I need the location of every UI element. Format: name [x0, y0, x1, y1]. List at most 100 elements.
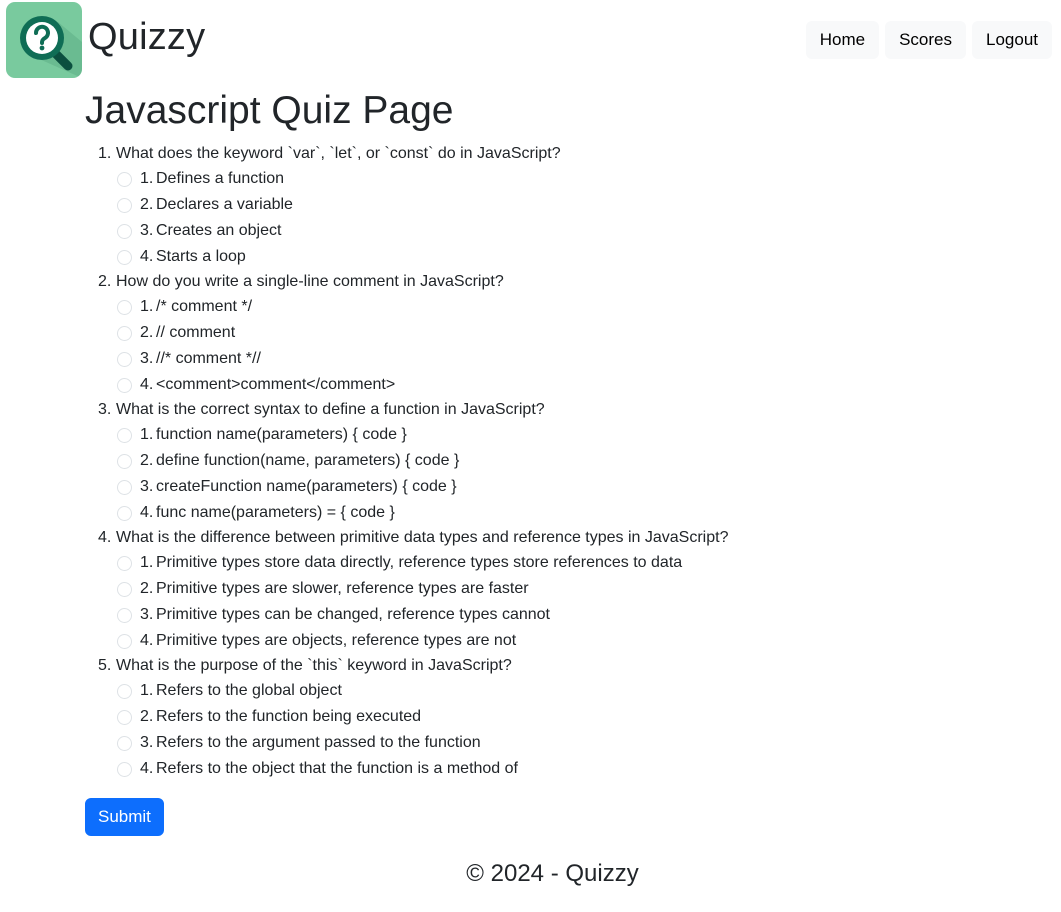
option-label: // comment	[156, 324, 236, 341]
option-number: 4.	[140, 248, 154, 265]
option-2[interactable]: 2. Primitive types are slower, reference…	[98, 576, 998, 602]
question-number: 3.	[98, 401, 112, 418]
radio-button[interactable]	[117, 325, 132, 341]
question-label: What is the difference between primitive…	[116, 529, 729, 546]
option-1[interactable]: 1. /* comment */	[98, 294, 998, 320]
option-number: 1.	[140, 170, 154, 187]
radio-button[interactable]	[117, 607, 132, 623]
logout-button[interactable]: Logout	[972, 21, 1052, 59]
option-label: <comment>comment</comment>	[156, 376, 396, 393]
option-4[interactable]: 4. <comment>comment</comment>	[98, 372, 998, 398]
option-number: 4.	[140, 376, 154, 393]
option-number: 3.	[140, 606, 154, 623]
question-4: 4. What is the difference between primit…	[98, 526, 998, 654]
option-label: Refers to the argument passed to the fun…	[156, 734, 481, 751]
option-3[interactable]: 3. Creates an object	[98, 218, 998, 244]
option-number: 2.	[140, 580, 154, 597]
quiz-form: 1. What does the keyword `var`, `let`, o…	[98, 142, 998, 782]
radio-button[interactable]	[117, 453, 132, 469]
radio-button[interactable]	[117, 351, 132, 367]
option-number: 2.	[140, 708, 154, 725]
option-number: 1.	[140, 682, 154, 699]
radio-button[interactable]	[117, 761, 132, 777]
question-text: 5. What is the purpose of the `this` key…	[98, 654, 998, 678]
option-label: createFunction name(parameters) { code }	[156, 478, 457, 495]
option-number: 3.	[140, 734, 154, 751]
radio-button[interactable]	[117, 581, 132, 597]
radio-button[interactable]	[117, 377, 132, 393]
question-3: 3. What is the correct syntax to define …	[98, 398, 998, 526]
option-4[interactable]: 4. Refers to the object that the functio…	[98, 756, 998, 782]
option-number: 1.	[140, 554, 154, 571]
radio-button[interactable]	[117, 505, 132, 521]
page-title: Javascript Quiz Page	[85, 89, 454, 132]
home-button[interactable]: Home	[805, 21, 880, 59]
question-number: 1.	[98, 145, 112, 162]
option-label: func name(parameters) = { code }	[156, 504, 395, 521]
radio-button[interactable]	[117, 709, 132, 725]
option-number: 1.	[140, 298, 154, 315]
option-4[interactable]: 4. func name(parameters) = { code }	[98, 500, 998, 526]
scores-button[interactable]: Scores	[885, 21, 966, 59]
radio-button[interactable]	[117, 427, 132, 443]
option-label: Primitive types can be changed, referenc…	[156, 606, 550, 623]
brand-name[interactable]: Quizzy	[88, 14, 205, 60]
radio-button[interactable]	[117, 171, 132, 187]
radio-button[interactable]	[117, 555, 132, 571]
option-label: function name(parameters) { code }	[156, 426, 407, 443]
option-number: 2.	[140, 452, 154, 469]
option-label: Primitive types are slower, reference ty…	[156, 580, 529, 597]
option-3[interactable]: 3. //* comment *//	[98, 346, 998, 372]
option-number: 4.	[140, 632, 154, 649]
option-1[interactable]: 1. function name(parameters) { code }	[98, 422, 998, 448]
radio-button[interactable]	[117, 633, 132, 649]
option-2[interactable]: 2. // comment	[98, 320, 998, 346]
option-label: define function(name, parameters) { code…	[156, 452, 460, 469]
option-1[interactable]: 1. Refers to the global object	[98, 678, 998, 704]
option-label: //* comment *//	[156, 350, 261, 367]
option-number: 3.	[140, 222, 154, 239]
question-1: 1. What does the keyword `var`, `let`, o…	[98, 142, 998, 270]
option-label: Refers to the object that the function i…	[156, 760, 518, 777]
question-text: 4. What is the difference between primit…	[98, 526, 998, 550]
option-number: 3.	[140, 478, 154, 495]
question-label: What is the purpose of the `this` keywor…	[116, 657, 512, 674]
option-2[interactable]: 2. Refers to the function being executed	[98, 704, 998, 730]
question-text: 1. What does the keyword `var`, `let`, o…	[98, 142, 998, 166]
option-3[interactable]: 3. createFunction name(parameters) { cod…	[98, 474, 998, 500]
question-text: 3. What is the correct syntax to define …	[98, 398, 998, 422]
option-number: 3.	[140, 350, 154, 367]
option-label: Starts a loop	[156, 248, 246, 265]
radio-button[interactable]	[117, 197, 132, 213]
option-2[interactable]: 2. define function(name, parameters) { c…	[98, 448, 998, 474]
radio-button[interactable]	[117, 683, 132, 699]
question-text: 2. How do you write a single-line commen…	[98, 270, 998, 294]
option-1[interactable]: 1. Defines a function	[98, 166, 998, 192]
radio-button[interactable]	[117, 249, 132, 265]
option-2[interactable]: 2. Declares a variable	[98, 192, 998, 218]
quizzy-logo[interactable]	[6, 2, 82, 78]
question-number: 4.	[98, 529, 112, 546]
option-label: Primitive types store data directly, ref…	[156, 554, 683, 571]
option-3[interactable]: 3. Refers to the argument passed to the …	[98, 730, 998, 756]
radio-button[interactable]	[117, 299, 132, 315]
option-1[interactable]: 1. Primitive types store data directly, …	[98, 550, 998, 576]
radio-button[interactable]	[117, 479, 132, 495]
question-2: 2. How do you write a single-line commen…	[98, 270, 998, 398]
radio-button[interactable]	[117, 735, 132, 751]
option-number: 2.	[140, 324, 154, 341]
option-label: Declares a variable	[156, 196, 293, 213]
option-label: /* comment */	[156, 298, 253, 315]
question-number: 2.	[98, 273, 112, 290]
option-number: 4.	[140, 504, 154, 521]
radio-button[interactable]	[117, 223, 132, 239]
option-label: Primitive types are objects, reference t…	[156, 632, 517, 649]
footer-copyright: © 2024 - Quizzy	[466, 860, 639, 887]
option-3[interactable]: 3. Primitive types can be changed, refer…	[98, 602, 998, 628]
option-number: 4.	[140, 760, 154, 777]
submit-button[interactable]: Submit	[85, 798, 164, 836]
option-4[interactable]: 4. Starts a loop	[98, 244, 998, 270]
search-question-icon	[20, 16, 82, 78]
top-nav: Home Scores Logout	[805, 21, 1052, 59]
option-4[interactable]: 4. Primitive types are objects, referenc…	[98, 628, 998, 654]
